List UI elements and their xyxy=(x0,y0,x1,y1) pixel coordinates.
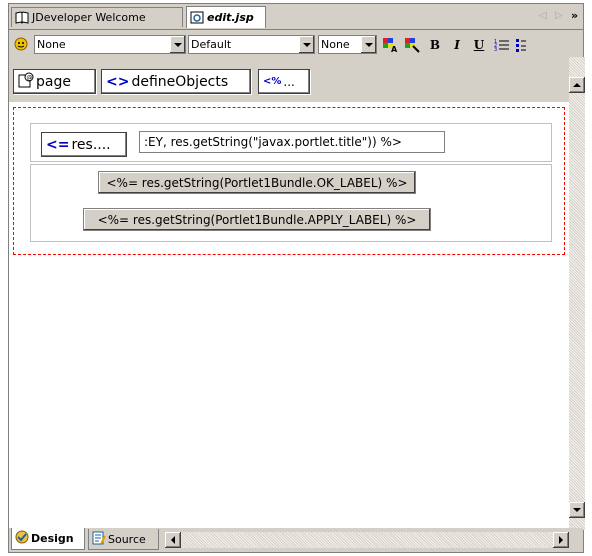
italic-icon[interactable]: I xyxy=(448,36,466,53)
tab-source-label: Source xyxy=(108,532,146,546)
arrow-down-icon xyxy=(573,508,581,512)
page-directive-icon: @ xyxy=(18,72,34,92)
source-icon xyxy=(92,531,106,548)
svg-text:@: @ xyxy=(27,74,33,81)
tab-design[interactable]: Design xyxy=(11,528,85,550)
scroll-tabs-right-icon[interactable]: ▷ xyxy=(555,10,563,21)
design-icon xyxy=(15,530,29,547)
document-tab-strip: JDeveloper Welcome edit.jsp ◁ ▷ » xyxy=(9,4,583,30)
tab-label: edit.jsp xyxy=(207,11,254,24)
scroll-down-button[interactable] xyxy=(569,502,585,518)
tab-design-label: Design xyxy=(31,532,74,545)
svg-text:A: A xyxy=(391,45,398,53)
tab-label: JDeveloper Welcome xyxy=(32,11,146,24)
ok-button[interactable]: <%= res.getString(Portlet1Bundle.OK_LABE… xyxy=(98,171,416,194)
define-objects-label: defineObjects xyxy=(131,73,229,90)
title-expression-field[interactable]: :EY, res.getString("javax.portlet.title"… xyxy=(139,131,445,153)
table-row-buttons[interactable]: <%= res.getString(Portlet1Bundle.OK_LABE… xyxy=(30,164,552,242)
editor-mode-bar: Design Source xyxy=(9,528,583,552)
size-select[interactable]: None xyxy=(318,35,377,54)
scriptlet-tag[interactable]: <% ... xyxy=(258,69,310,94)
style-select-value: None xyxy=(37,38,66,51)
editor-window: JDeveloper Welcome edit.jsp ◁ ▷ » None D… xyxy=(8,3,585,553)
chevron-down-icon[interactable] xyxy=(360,36,376,53)
horizontal-scrollbar[interactable] xyxy=(165,532,569,548)
bold-icon[interactable]: B xyxy=(426,36,444,53)
style-icon[interactable] xyxy=(12,35,30,52)
scriptlet-icon: <% xyxy=(263,76,282,87)
arrow-right-icon xyxy=(559,536,563,544)
formatting-toolbar: None Default None A B I U 123 xyxy=(9,30,583,56)
arrow-left-icon xyxy=(171,536,175,544)
svg-text:3: 3 xyxy=(494,47,497,52)
style-select[interactable]: None xyxy=(34,35,186,54)
define-objects-tag[interactable]: <> defineObjects xyxy=(101,69,251,94)
jsp-file-icon xyxy=(190,11,204,24)
scriptlet-label: ... xyxy=(283,74,295,89)
tab-source[interactable]: Source xyxy=(88,529,159,550)
selected-form-region[interactable]: <= res.... :EY, res.getString("javax.por… xyxy=(13,107,565,255)
tag-brackets-icon: <> xyxy=(106,73,130,90)
res-tag-label: res.... xyxy=(71,136,111,153)
scroll-tabs-left-icon[interactable]: ◁ xyxy=(539,10,547,21)
font-color-icon[interactable]: A xyxy=(381,36,399,53)
vertical-scrollbar[interactable] xyxy=(569,57,585,530)
font-select[interactable]: Default xyxy=(188,35,315,54)
size-select-value: None xyxy=(321,38,350,51)
numbered-list-icon[interactable]: 123 xyxy=(493,36,511,53)
highlight-icon[interactable] xyxy=(403,36,421,53)
tab-list-chevron-icon[interactable]: » xyxy=(571,9,578,22)
underline-icon[interactable]: U xyxy=(470,36,488,53)
res-tag-icon: <= xyxy=(46,136,70,153)
res-set-bundle-tag[interactable]: <= res.... xyxy=(41,132,127,157)
chevron-down-icon[interactable] xyxy=(169,36,185,53)
table-row-title[interactable]: <= res.... :EY, res.getString("javax.por… xyxy=(30,123,552,162)
scroll-right-button[interactable] xyxy=(553,532,569,548)
page-directive-tag[interactable]: @ page xyxy=(13,69,96,94)
bullet-list-icon[interactable] xyxy=(514,36,532,53)
tab-edit-jsp[interactable]: edit.jsp xyxy=(186,6,266,28)
tab-jdeveloper-welcome[interactable]: JDeveloper Welcome xyxy=(11,7,183,27)
chevron-down-icon[interactable] xyxy=(298,36,314,53)
font-select-value: Default xyxy=(191,38,232,51)
design-canvas[interactable]: <= res.... :EY, res.getString("javax.por… xyxy=(9,102,569,528)
scroll-up-button[interactable] xyxy=(569,77,585,93)
page-directive-label: page xyxy=(36,73,71,90)
jsp-tag-bar: @ page <> defineObjects <% ... xyxy=(9,57,571,102)
scroll-left-button[interactable] xyxy=(165,532,181,548)
book-icon xyxy=(15,11,29,24)
arrow-up-icon xyxy=(573,83,581,87)
apply-button[interactable]: <%= res.getString(Portlet1Bundle.APPLY_L… xyxy=(83,208,431,231)
